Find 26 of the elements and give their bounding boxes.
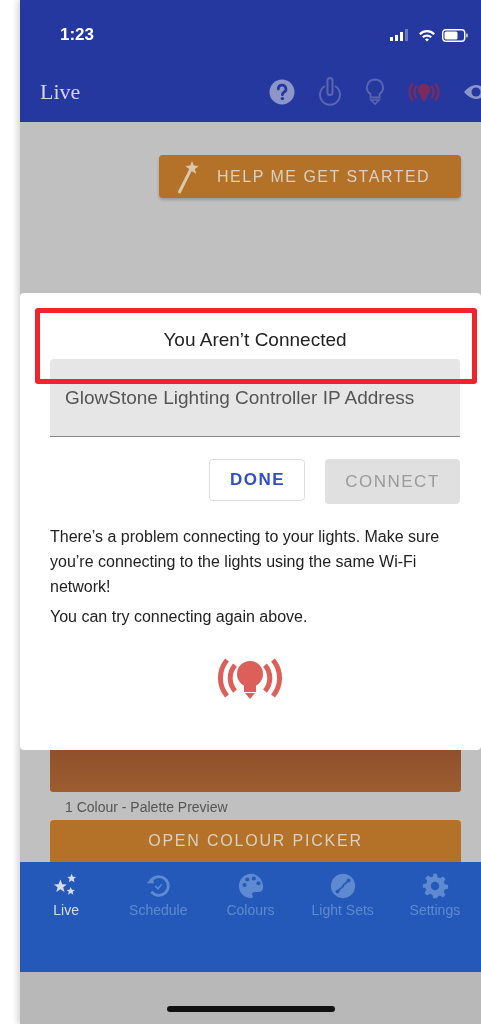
screen-title: Live bbox=[40, 79, 82, 105]
tab[interactable]: Schedule bbox=[112, 872, 205, 918]
battery-icon bbox=[442, 28, 469, 42]
tab[interactable]: Settings bbox=[388, 872, 481, 918]
dialog-title: You Aren’t Connected bbox=[162, 329, 348, 351]
tab[interactable]: Light Sets bbox=[296, 872, 389, 918]
message-text: You can try connecting again above. bbox=[50, 607, 309, 627]
palette-caption: 1 Colour - Palette Preview bbox=[64, 798, 229, 817]
magic-wand-icon bbox=[177, 159, 199, 194]
lightbulb-icon[interactable] bbox=[365, 78, 385, 106]
wifi-icon bbox=[418, 28, 436, 42]
palette-icon bbox=[236, 872, 265, 900]
done-button[interactable]: DONE bbox=[209, 459, 305, 501]
ip-address-field[interactable]: GlowStone Lighting Controller IP Address bbox=[50, 359, 460, 437]
open-colour-picker-button[interactable]: OPEN COLOUR PICKER bbox=[50, 820, 461, 862]
message-text: There’s a problem connecting to your lights. Make sure you’re connecting to the lights using the same Wi-Fi network! bbox=[50, 527, 441, 597]
clock-icon bbox=[144, 872, 173, 900]
connected-dots-icon bbox=[328, 872, 357, 900]
tab[interactable]: Colours bbox=[204, 872, 297, 918]
status-time: 1:23 bbox=[60, 25, 96, 45]
help-icon[interactable] bbox=[269, 79, 295, 105]
help-me-get-started-button[interactable]: HELP ME GET STARTED bbox=[159, 155, 461, 198]
settings-icon bbox=[420, 872, 449, 900]
power-icon[interactable] bbox=[317, 77, 343, 107]
signal-icon bbox=[390, 29, 410, 41]
tab[interactable]: Live bbox=[20, 872, 113, 918]
